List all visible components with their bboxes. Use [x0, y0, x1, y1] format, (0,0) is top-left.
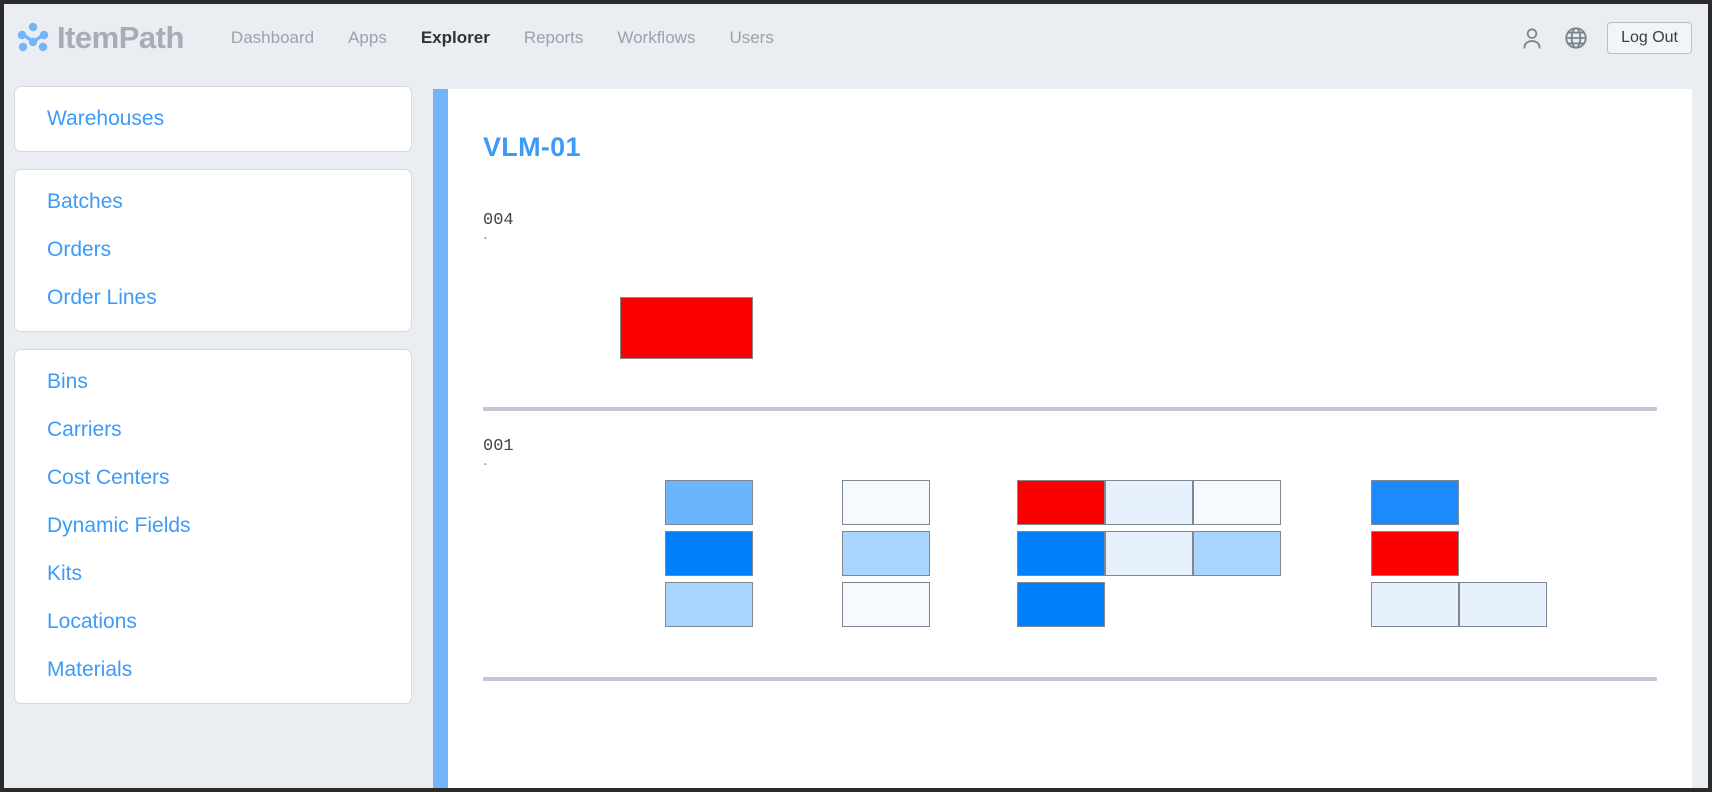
content-panel: VLM-01 004 . 001 . [448, 89, 1692, 788]
bin-cell[interactable] [665, 582, 753, 627]
nav-item-explorer[interactable]: Explorer [404, 28, 507, 48]
sidebar-item-order-lines[interactable]: Order Lines [15, 274, 411, 322]
logout-button[interactable]: Log Out [1607, 22, 1692, 54]
app-header: ItemPath Dashboard Apps Explorer Reports… [4, 4, 1708, 72]
bin-cell[interactable] [1105, 480, 1193, 525]
sidebar-group-3: Bins Carriers Cost Centers Dynamic Field… [14, 348, 412, 704]
bin-cell[interactable] [665, 480, 753, 525]
sidebar: Warehouses Batches Orders Order Lines Bi… [4, 72, 422, 788]
app-root: ItemPath Dashboard Apps Explorer Reports… [0, 0, 1712, 792]
sidebar-item-cost-centers[interactable]: Cost Centers [15, 454, 411, 502]
bin-cell[interactable] [1017, 531, 1105, 576]
sidebar-item-batches[interactable]: Batches [15, 178, 411, 226]
bin-cell[interactable] [1193, 531, 1281, 576]
bay-label: 004 [483, 211, 514, 230]
bin-cell[interactable] [1371, 480, 1459, 525]
bin-cell[interactable] [1105, 531, 1193, 576]
nav-item-apps[interactable]: Apps [331, 28, 404, 48]
bin-cell[interactable] [1017, 582, 1105, 627]
brand[interactable]: ItemPath [16, 20, 184, 56]
bin-cell[interactable] [1017, 480, 1105, 525]
sidebar-item-orders[interactable]: Orders [15, 226, 411, 274]
bay-001-cells [448, 480, 1692, 635]
body-wrapper: Warehouses Batches Orders Order Lines Bi… [4, 72, 1708, 788]
sidebar-group-1: Warehouses [14, 86, 412, 153]
bay-sublabel: . [483, 224, 488, 243]
user-icon[interactable] [1519, 25, 1545, 51]
bin-cell[interactable] [1193, 480, 1281, 525]
bin-cell[interactable] [665, 531, 753, 576]
sidebar-item-locations[interactable]: Locations [15, 598, 411, 646]
bin-cell[interactable] [842, 582, 930, 627]
bin-cell[interactable] [842, 480, 930, 525]
bay-divider-2 [483, 677, 1657, 681]
itempath-dots-logo-icon [16, 21, 50, 55]
sidebar-item-bins[interactable]: Bins [15, 358, 411, 406]
bin-cell[interactable] [620, 297, 753, 359]
content-scrollbar[interactable] [433, 89, 448, 788]
nav-item-workflows[interactable]: Workflows [600, 28, 712, 48]
bin-cell[interactable] [1459, 582, 1547, 627]
brand-name: ItemPath [57, 20, 184, 55]
bin-cell[interactable] [1371, 582, 1459, 627]
sidebar-item-carriers[interactable]: Carriers [15, 406, 411, 454]
sidebar-item-warehouses[interactable]: Warehouses [15, 95, 411, 143]
nav-item-dashboard[interactable]: Dashboard [214, 28, 331, 48]
globe-icon[interactable] [1563, 25, 1589, 51]
header-actions: Log Out [1519, 4, 1692, 72]
sidebar-group-2: Batches Orders Order Lines [14, 169, 412, 332]
nav-item-reports[interactable]: Reports [507, 28, 601, 48]
bay-sublabel: . [483, 450, 488, 469]
main-nav: Dashboard Apps Explorer Reports Workflow… [214, 28, 791, 48]
bin-cell[interactable] [1371, 531, 1459, 576]
sidebar-item-kits[interactable]: Kits [15, 550, 411, 598]
nav-item-users[interactable]: Users [712, 28, 790, 48]
bay-label: 001 [483, 437, 514, 456]
bay-001: 001 . [448, 437, 1692, 635]
bin-cell[interactable] [842, 531, 930, 576]
sidebar-item-dynamic-fields[interactable]: Dynamic Fields [15, 502, 411, 550]
bay-divider-1 [483, 407, 1657, 411]
page-title: VLM-01 [483, 132, 581, 162]
bay-004-cells [448, 242, 1692, 407]
sidebar-item-materials[interactable]: Materials [15, 646, 411, 694]
bay-004: 004 . [448, 211, 1692, 407]
